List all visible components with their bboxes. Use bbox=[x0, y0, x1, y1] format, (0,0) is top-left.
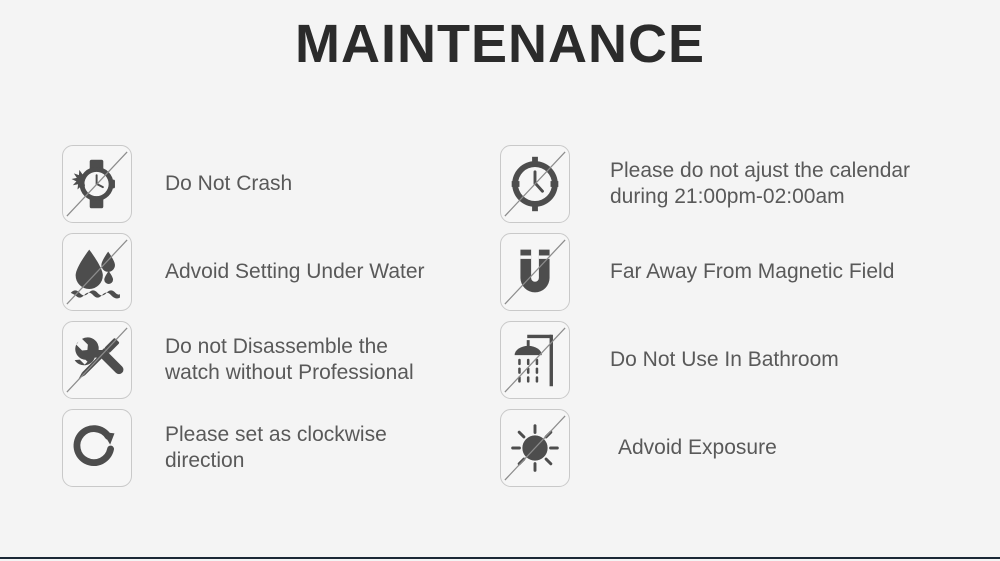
wrench-screwdriver-icon bbox=[62, 321, 132, 399]
maintenance-item: Advoid Setting Under Water bbox=[62, 228, 502, 316]
maintenance-item-label: Please do not ajust the calendar during … bbox=[610, 159, 911, 208]
clockwise-arrow-icon bbox=[62, 409, 132, 487]
maintenance-item: Please set as clockwise direction bbox=[62, 404, 502, 492]
maintenance-item: Advoid Exposure bbox=[500, 404, 940, 492]
maintenance-item: Please do not ajust the calendar during … bbox=[500, 140, 940, 228]
maintenance-item-label: Advoid Exposure bbox=[618, 436, 777, 459]
maintenance-item: Do not Disassemble the watch without Pro… bbox=[62, 316, 502, 404]
shower-icon bbox=[500, 321, 570, 399]
maintenance-item-label: Do not Disassemble the watch without Pro… bbox=[165, 335, 414, 384]
page-title: MAINTENANCE bbox=[295, 14, 705, 74]
bottom-divider bbox=[0, 557, 1000, 559]
watch-crash-icon bbox=[62, 145, 132, 223]
maintenance-column-right: Please do not ajust the calendar during … bbox=[500, 140, 940, 510]
maintenance-item-label: Please set as clockwise direction bbox=[165, 423, 387, 472]
sun-icon bbox=[500, 409, 570, 487]
maintenance-column-left: Do Not Crash Advoid Setting Under Water bbox=[62, 140, 502, 510]
maintenance-item-label: Do Not Use In Bathroom bbox=[610, 348, 839, 371]
maintenance-item-label: Advoid Setting Under Water bbox=[165, 260, 425, 283]
maintenance-item-label: Do Not Crash bbox=[165, 172, 293, 195]
maintenance-item: Do Not Crash bbox=[62, 140, 502, 228]
magnet-icon bbox=[500, 233, 570, 311]
clock-icon bbox=[500, 145, 570, 223]
maintenance-item-label: Far Away From Magnetic Field bbox=[610, 260, 895, 283]
maintenance-items-grid: Do Not Crash Advoid Setting Under Water bbox=[0, 140, 1000, 510]
water-drop-icon bbox=[62, 233, 132, 311]
maintenance-item: Far Away From Magnetic Field bbox=[500, 228, 940, 316]
maintenance-item: Do Not Use In Bathroom bbox=[500, 316, 940, 404]
